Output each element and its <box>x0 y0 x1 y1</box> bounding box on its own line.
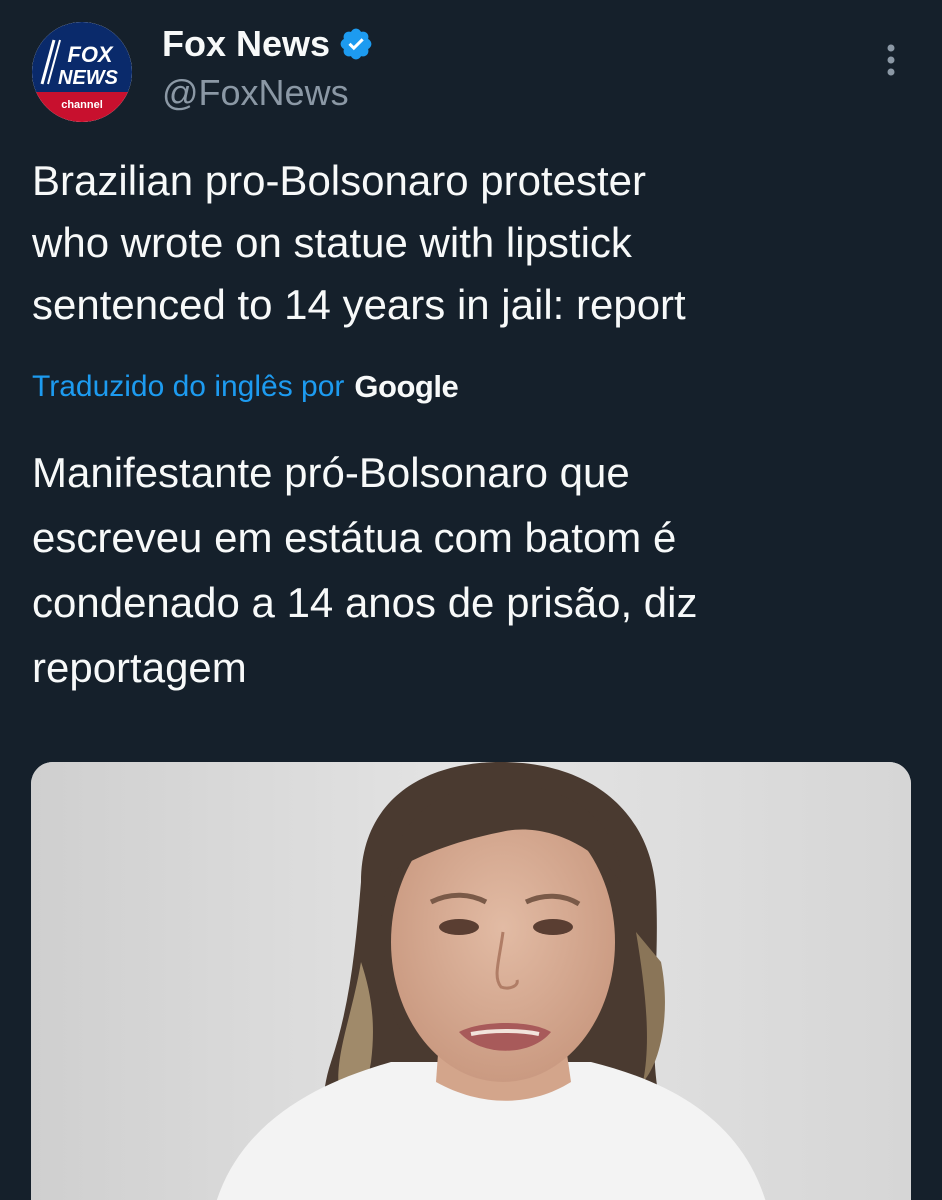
google-logo: Google <box>354 369 459 404</box>
translated-text-line: escreveu em estátua com batom é <box>32 514 677 561</box>
translation-attribution: Traduzido do inglês por Google <box>32 362 459 412</box>
translated-text-line: condenado a 14 anos de prisão, diz <box>32 579 698 626</box>
logo-text-channel: channel <box>61 99 103 111</box>
more-options-icon[interactable] <box>876 42 906 82</box>
tweet-text-line: Brazilian pro-Bolsonaro protester <box>32 157 646 204</box>
verified-badge-icon[interactable] <box>338 26 374 62</box>
tweet-media-image[interactable] <box>31 762 911 1200</box>
tweet-text: Brazilian pro-Bolsonaro protester who wr… <box>32 150 912 336</box>
translated-by-link[interactable]: Traduzido do inglês por <box>32 370 344 404</box>
logo-text-news: NEWS <box>58 67 119 89</box>
tweet-text-line: sentenced to 14 years in jail: report <box>32 281 686 328</box>
translated-text-line: reportagem <box>32 644 247 691</box>
account-names[interactable]: Fox News @FoxNews <box>162 22 374 114</box>
tweet-card[interactable]: FOX NEWS channel Fox News @FoxNews Brazi… <box>0 0 942 1200</box>
fox-news-logo: FOX NEWS channel <box>32 22 132 122</box>
logo-text-fox: FOX <box>67 42 114 67</box>
translated-text-line: Manifestante pró-Bolsonaro que <box>32 449 630 496</box>
video-still-illustration <box>31 762 911 1200</box>
translated-text: Manifestante pró-Bolsonaro que escreveu … <box>32 440 912 700</box>
display-name-row: Fox News <box>162 22 374 66</box>
avatar[interactable]: FOX NEWS channel <box>32 22 132 122</box>
display-name[interactable]: Fox News <box>162 23 330 65</box>
tweet-text-line: who wrote on statue with lipstick <box>32 219 632 266</box>
account-handle[interactable]: @FoxNews <box>162 72 374 114</box>
tweet-header: FOX NEWS channel Fox News @FoxNews <box>30 22 910 122</box>
